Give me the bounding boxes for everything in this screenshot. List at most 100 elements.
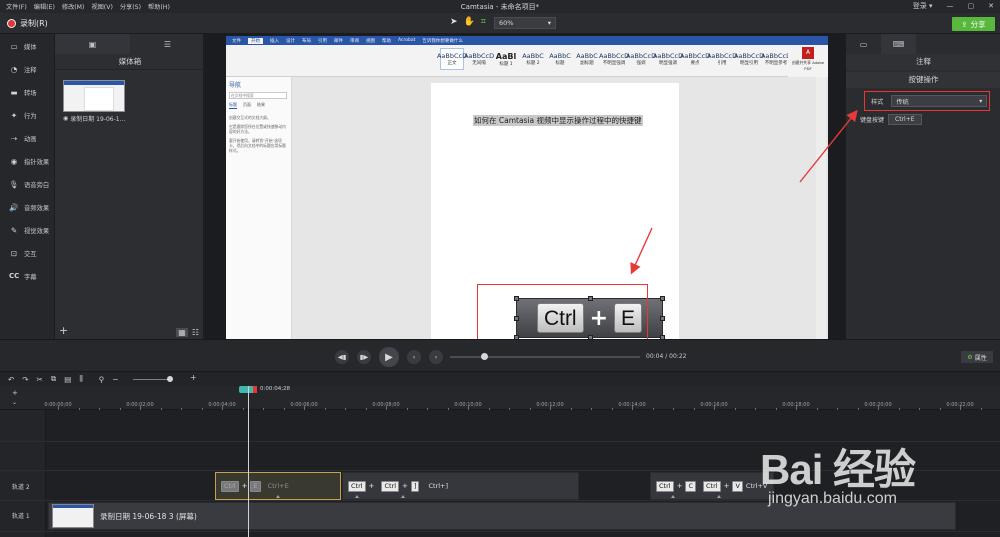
collapse-icon[interactable]: ⌄ bbox=[12, 399, 17, 406]
tab-library[interactable]: ☰ bbox=[130, 34, 205, 54]
word-tab: 文件 bbox=[232, 38, 241, 44]
nav-pane-tabs: 标题 页面 结果 bbox=[229, 102, 265, 109]
timeline-tools: ↶ ↷ ✂ ⧉ ▤ ⫼ ⚲ − bbox=[8, 374, 119, 384]
add-track-icon[interactable]: + bbox=[12, 389, 18, 397]
word-tab: Acrobat bbox=[398, 38, 416, 43]
list-view-icon[interactable]: ☷ bbox=[192, 328, 199, 337]
keyboard-keys-input[interactable]: Ctrl+E bbox=[888, 114, 922, 125]
chevron-down-icon: ▾ bbox=[979, 97, 983, 105]
track-1-label[interactable]: 轨道 1 bbox=[12, 511, 30, 520]
word-tab: 设计 bbox=[286, 38, 295, 44]
sidebar-item-interactive[interactable]: ⊡ 交互 bbox=[0, 242, 54, 264]
minimize-button[interactable]: — bbox=[947, 2, 954, 10]
keystroke-clip-ctrl-e[interactable]: Ctrl + E Ctrl+E bbox=[215, 472, 341, 500]
crop-tool-icon[interactable]: ⌗ bbox=[481, 17, 486, 27]
menu-help[interactable]: 帮助(H) bbox=[148, 2, 170, 11]
step-back-icon[interactable]: ◀▮ bbox=[335, 350, 349, 364]
timeline-zoom-slider[interactable] bbox=[133, 376, 173, 382]
split-icon[interactable]: ⫼ bbox=[79, 374, 82, 384]
sidebar-item-captions[interactable]: CC 字幕 bbox=[0, 265, 54, 287]
playhead-line[interactable] bbox=[248, 386, 249, 537]
paste-icon[interactable]: ▤ bbox=[64, 375, 71, 384]
document-text-line: 如何在 Camtasia 视频中显示操作过程中的快捷键 bbox=[473, 115, 643, 126]
media-bin-panel: ▣ ☰ 媒体箱 ◉ 录制日期 19-06-1... + ▦ ☷ bbox=[54, 34, 205, 339]
sidebar-item-voice-narration[interactable]: 🎙 语音旁白 bbox=[0, 173, 54, 195]
sidebar-item-animations[interactable]: ⇢ 动画 bbox=[0, 127, 54, 149]
word-navigation-pane: 导航 在文档中搜索 标题 页面 结果 创建交互式的文档大纲。 它是跟踪您所在位置… bbox=[226, 77, 292, 339]
pointer-tool-icon[interactable]: ➤ bbox=[450, 17, 458, 27]
menu-share[interactable]: 分享(S) bbox=[120, 2, 141, 11]
properties-panel: ▭ ⌨ 注释 按键操作 样式 传统 ▾ 键盘按键 Ctrl+E bbox=[845, 34, 1000, 339]
menu-view[interactable]: 视图(V) bbox=[91, 2, 112, 11]
share-button[interactable]: ⇪ 分享 bbox=[952, 17, 995, 31]
style-label: 样式 bbox=[871, 98, 884, 106]
maximize-button[interactable]: ▢ bbox=[968, 2, 975, 10]
style-subtitle: AaBbC 副标题 bbox=[576, 52, 598, 66]
previous-icon[interactable]: ‹ bbox=[407, 350, 421, 364]
library-icon: ☰ bbox=[163, 39, 172, 49]
media-thumbnail[interactable] bbox=[63, 80, 125, 112]
sidebar-item-transitions[interactable]: ▬ 转场 bbox=[0, 81, 54, 103]
screen-recording-clip[interactable]: 录制日期 19-06-18 3 (屏幕) bbox=[48, 502, 956, 530]
resize-handle[interactable] bbox=[660, 316, 665, 321]
add-media-button[interactable]: + bbox=[59, 325, 68, 336]
style-strong: AaBbCcD 要点 bbox=[679, 52, 711, 66]
style-heading-1: AaBl 标题 1 bbox=[495, 51, 517, 67]
tab-keystroke-properties[interactable]: ⌨ bbox=[881, 34, 916, 54]
sidebar-item-behaviors[interactable]: ✦ 行为 bbox=[0, 104, 54, 126]
menu-edit[interactable]: 编辑(E) bbox=[34, 2, 55, 11]
playhead-out-marker[interactable] bbox=[253, 386, 257, 393]
media-bin-title: 媒体箱 bbox=[55, 54, 205, 70]
play-icon[interactable]: ▶ bbox=[379, 347, 399, 367]
timeline-toolbar: ↶ ↷ ✂ ⧉ ▤ ⫼ ⚲ − + bbox=[0, 372, 1000, 386]
scrubber-knob[interactable] bbox=[481, 353, 489, 360]
grid-view-icon[interactable]: ▦ bbox=[176, 328, 188, 337]
menu-modify[interactable]: 修改(M) bbox=[62, 2, 85, 11]
copy-icon[interactable]: ⧉ bbox=[51, 374, 56, 384]
zoom-out-icon[interactable]: − bbox=[112, 375, 118, 384]
word-tab: 插入 bbox=[270, 38, 279, 44]
close-button[interactable]: ✕ bbox=[988, 2, 994, 10]
cut-icon[interactable]: ✂ bbox=[37, 375, 43, 384]
keystroke-clip-copy-paste[interactable]: Ctrl + C Ctrl + V Ctrl+V bbox=[650, 472, 774, 500]
zoom-select[interactable]: 60% ▾ bbox=[494, 17, 556, 29]
zoom-icon[interactable]: ⚲ bbox=[99, 375, 105, 384]
view-toggle: ▦ ☷ bbox=[176, 328, 199, 337]
properties-button[interactable]: ⚙ 属性 bbox=[961, 351, 993, 363]
login-link[interactable]: 登录 ▾ bbox=[913, 1, 933, 11]
sidebar-item-annotations[interactable]: ◔ 注释 bbox=[0, 58, 54, 80]
share-icon: ⇪ bbox=[961, 19, 968, 29]
sidebar-item-visual-effects[interactable]: ✎ 视觉效果 bbox=[0, 219, 54, 241]
sidebar-item-media[interactable]: ▭ 媒体 bbox=[0, 35, 54, 57]
zoom-in-icon[interactable]: + bbox=[190, 373, 197, 382]
properties-title: 注释 bbox=[846, 54, 1000, 70]
undo-icon[interactable]: ↶ bbox=[8, 375, 14, 384]
menu-file[interactable]: 文件(F) bbox=[6, 2, 27, 11]
nav-pane-title: 导航 bbox=[229, 82, 242, 89]
playback-scrubber[interactable] bbox=[450, 353, 640, 360]
film-icon: ▣ bbox=[88, 39, 97, 49]
resize-handle[interactable] bbox=[660, 296, 665, 301]
style-intense-emphasis: AaBbCcD 明显强调 bbox=[652, 52, 684, 66]
sidebar-item-audio-effects[interactable]: 🔊 音频效果 bbox=[0, 196, 54, 218]
tab-media-bin[interactable]: ▣ bbox=[55, 34, 130, 54]
sidebar-item-cursor-effects[interactable]: ◉ 指针效果 bbox=[0, 150, 54, 172]
keystroke-clip-ctrl-bracket[interactable]: Ctrl + Ctrl + ] Ctrl+] bbox=[342, 472, 579, 500]
step-forward-icon[interactable]: ▮▶ bbox=[357, 350, 371, 364]
playhead-time: 0:00:04;28 bbox=[260, 386, 291, 392]
zoom-slider-knob[interactable] bbox=[167, 376, 173, 382]
next-icon[interactable]: › bbox=[429, 350, 443, 364]
track-2-label[interactable]: 轨道 2 bbox=[12, 482, 30, 491]
word-tab: 审阅 bbox=[350, 38, 359, 44]
tab-visual-properties[interactable]: ▭ bbox=[846, 34, 881, 54]
audio-effects-icon: 🔊 bbox=[9, 202, 19, 212]
style-select[interactable]: 传统 ▾ bbox=[891, 95, 988, 107]
menu-bar: 文件(F) 编辑(E) 修改(M) 视图(V) 分享(S) 帮助(H) bbox=[0, 2, 170, 11]
tools-sidebar: ▭ 媒体 ◔ 注释 ▬ 转场 ✦ 行为 ⇢ 动画 ◉ 指针效果 🎙 语音旁白 🔊 音频效果 ✎ 视… bbox=[0, 34, 54, 339]
nav-pane-text: 要开始使用，请转到"开始"选项卡，然后向文档中的标题应用标题样式。 bbox=[229, 138, 286, 153]
record-button[interactable]: 录制(R) bbox=[7, 18, 48, 29]
style-title: AaBbC 标题 bbox=[549, 52, 571, 66]
timeline-ruler[interactable]: + ⌄ 0:00:00;00 0:00:02;00 0:00:04;00 0:00:0… bbox=[0, 386, 1000, 410]
redo-icon[interactable]: ↷ bbox=[22, 375, 28, 384]
pan-tool-icon[interactable]: ✋ bbox=[464, 17, 475, 27]
